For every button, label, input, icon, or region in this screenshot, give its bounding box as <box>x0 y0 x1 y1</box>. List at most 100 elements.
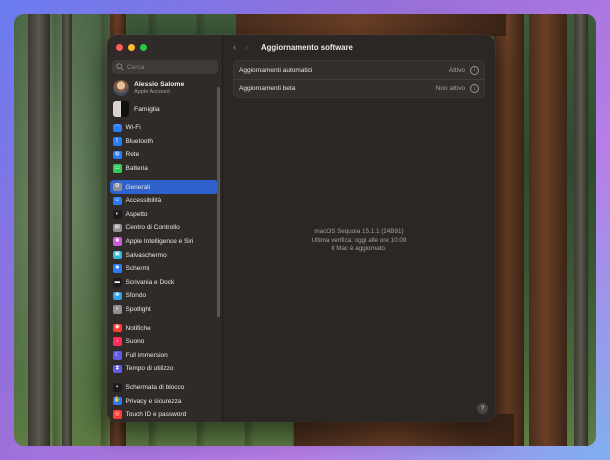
wallpaper-icon: ❀ <box>113 291 122 301</box>
sidebar-nav: ◠ Wi-Fi ᛒ Bluetooth ◍ Rete ▭ Batteria ⚙ Generali ☺… <box>110 121 218 421</box>
row-value: Attivo <box>448 66 465 74</box>
gear-icon: ⚙ <box>113 182 122 192</box>
privacy-icon: ✋ <box>113 396 122 406</box>
tree-trunk <box>494 14 524 446</box>
wifi-icon: ◠ <box>113 123 122 133</box>
up-to-date-message: Il Mac è aggiornato. <box>331 245 387 252</box>
account-subtitle: Apple Account <box>134 89 170 95</box>
sidebar-item-label: Aspetto <box>125 210 148 218</box>
sidebar-item-touch-id[interactable]: ◎ Touch ID e password <box>110 408 218 422</box>
info-icon[interactable]: i <box>470 65 479 75</box>
lock-screen-icon: ▪ <box>113 383 122 392</box>
sidebar-item-label: Wi-Fi <box>125 124 141 132</box>
sidebar-item-label: Scrivania e Dock <box>125 278 175 286</box>
account-name: Alessio Salome <box>134 81 185 88</box>
sidebar-item-label: Spotlight <box>125 306 151 314</box>
row-label: Aggiornamenti automatici <box>239 66 313 74</box>
sidebar-item-label: Batteria <box>125 165 148 173</box>
touch-id-icon: ◎ <box>113 410 122 419</box>
minimize-button[interactable] <box>128 44 135 51</box>
automatic-updates-row: Aggiornamenti automatici Attivo i <box>234 61 484 79</box>
notifications-icon: ◉ <box>113 323 122 333</box>
sidebar-item-label: Full immersion <box>125 351 168 359</box>
sidebar-item-gear[interactable]: ⚙ Generali <box>110 180 218 194</box>
sidebar-item-spotlight[interactable]: ⌕ Spotlight <box>110 303 218 317</box>
siri-icon: ✺ <box>113 237 122 246</box>
zoom-button[interactable] <box>140 44 147 51</box>
sidebar-item-label: Accessibilità <box>125 197 162 205</box>
tree-trunk <box>62 14 72 446</box>
row-label: Aggiornamenti beta <box>239 85 296 92</box>
main-pane: ‹ › Aggiornamento software Aggiornamenti… <box>223 35 495 422</box>
sidebar-item-accessibility[interactable]: ☺ Accessibilità <box>110 194 218 208</box>
row-value: Non attivo <box>435 85 465 92</box>
family-avatar <box>113 101 129 117</box>
sidebar-item-lock-screen[interactable]: ▪ Schermata di blocco <box>110 381 218 395</box>
info-icon[interactable]: i <box>470 84 479 93</box>
back-button[interactable]: ‹ <box>233 42 236 52</box>
sidebar-item-label: Salvaschermo <box>125 251 167 259</box>
tree-trunk <box>529 14 567 446</box>
sidebar-item-label: Centro di Controllo <box>125 224 180 232</box>
sidebar-item-label: Rete <box>125 151 140 159</box>
sidebar-item-control-center[interactable]: ▤ Centro di Controllo <box>110 221 218 235</box>
search-input[interactable] <box>127 63 217 71</box>
displays-icon: ✹ <box>113 264 122 273</box>
sidebar-item-dock[interactable]: ▬ Scrivania e Dock <box>110 276 218 290</box>
sidebar-separator <box>110 376 218 381</box>
beta-updates-row: Aggiornamenti beta Non attivo i <box>234 79 484 97</box>
sidebar-item-label: Touch ID e password <box>125 411 187 419</box>
forward-button[interactable]: › <box>245 42 248 52</box>
sidebar-item-network[interactable]: ◍ Rete <box>110 148 218 162</box>
sidebar-item-label: Privacy e sicurezza <box>125 397 182 405</box>
control-center-icon: ▤ <box>113 223 122 233</box>
close-button[interactable] <box>116 44 123 51</box>
sidebar-item-label: Notifiche <box>125 324 151 332</box>
network-icon: ◍ <box>113 150 122 160</box>
sidebar-item-label: Famiglia <box>134 105 160 113</box>
battery-icon: ▭ <box>113 164 122 173</box>
sidebar-item-appearance[interactable]: ◐ Aspetto <box>110 208 218 222</box>
sidebar-item-screen-time[interactable]: ⧗ Tempo di utilizzo <box>110 362 218 376</box>
window-controls <box>116 44 147 51</box>
sidebar-item-label: Schermata di blocco <box>125 383 185 391</box>
sidebar-item-battery[interactable]: ▭ Batteria <box>110 162 218 176</box>
screen-time-icon: ⧗ <box>113 364 122 374</box>
os-version: macOS Sequoia 15.1.1 (24B91) <box>314 228 404 235</box>
help-button[interactable]: ? <box>477 403 488 414</box>
search-icon <box>116 63 124 71</box>
tree-trunk <box>28 14 50 446</box>
sidebar-item-wallpaper[interactable]: ❀ Sfondo <box>110 289 218 303</box>
sidebar-item-label: Schermi <box>125 265 150 273</box>
last-check: Ultima verifica: oggi alle ore 10:09 <box>311 236 407 244</box>
dock-icon: ▬ <box>113 278 122 287</box>
bluetooth-icon: ᛒ <box>113 137 122 146</box>
spotlight-icon: ⌕ <box>113 305 122 314</box>
focus-icon: ☾ <box>113 351 122 360</box>
sidebar-item-privacy[interactable]: ✋ Privacy e sicurezza <box>110 394 218 408</box>
apple-account-item[interactable]: Alessio Salome Apple Account <box>113 80 184 96</box>
page-title: Aggiornamento software <box>261 42 353 52</box>
sidebar-scrollbar[interactable] <box>217 87 220 317</box>
sidebar-item-focus[interactable]: ☾ Full immersion <box>110 349 218 363</box>
appearance-icon: ◐ <box>113 210 122 219</box>
sidebar-item-displays[interactable]: ✹ Schermi <box>110 262 218 276</box>
sidebar-item-label: Suono <box>125 338 145 346</box>
update-status: macOS Sequoia 15.1.1 (24B91) Ultima veri… <box>223 228 495 254</box>
tree-trunk <box>236 14 506 36</box>
sidebar-item-label: Tempo di utilizzo <box>125 365 174 373</box>
search-field[interactable] <box>112 60 218 74</box>
accessibility-icon: ☺ <box>113 196 122 206</box>
sidebar-item-notifications[interactable]: ◉ Notifiche <box>110 321 218 335</box>
settings-card: Aggiornamenti automatici Attivo i Aggior… <box>233 60 485 98</box>
toolbar: ‹ › Aggiornamento software <box>223 35 495 59</box>
tree-trunk <box>574 14 588 446</box>
sidebar-item-sound[interactable]: ♪ Suono <box>110 335 218 349</box>
sidebar-item-label: Bluetooth <box>125 137 153 145</box>
sidebar-item-screensaver[interactable]: ▣ Salvaschermo <box>110 248 218 262</box>
sidebar-item-bluetooth[interactable]: ᛒ Bluetooth <box>110 135 218 149</box>
sidebar-item-siri[interactable]: ✺ Apple Intelligence e Siri <box>110 235 218 249</box>
sidebar-item-label: Generali <box>125 183 151 191</box>
sidebar-item-wifi[interactable]: ◠ Wi-Fi <box>110 121 218 135</box>
sidebar-item-famiglia[interactable]: Famiglia <box>113 101 160 117</box>
